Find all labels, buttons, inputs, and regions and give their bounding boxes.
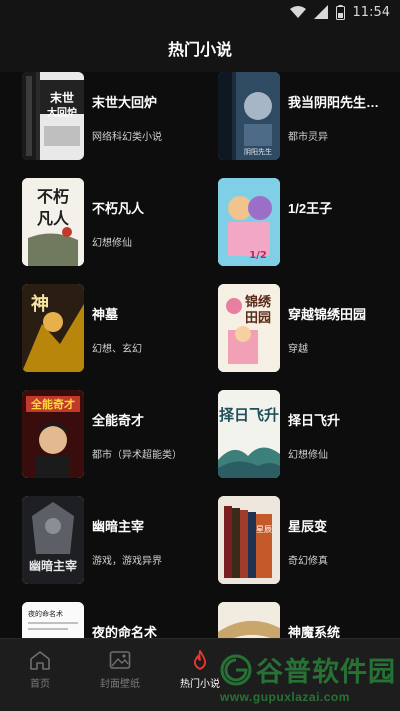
book-cover: 夜的命名术 (22, 602, 84, 638)
book-cover: 不朽 凡人 (22, 178, 84, 266)
home-icon (30, 651, 50, 670)
book-genre: 幻想修仙 (92, 238, 132, 249)
watermark-url: www.gupuxlazai.com (220, 690, 350, 704)
watermark-title: 谷普软件园 (220, 650, 396, 689)
book-genre: 都市（异术超能类） (92, 450, 182, 461)
book-genre: 网络科幻类小说 (92, 132, 162, 143)
svg-text:不朽: 不朽 (37, 187, 69, 206)
svg-text:阴阳先生: 阴阳先生 (244, 147, 272, 156)
svg-text:末世: 末世 (50, 90, 74, 105)
svg-text:择日飞升: 择日飞升 (219, 406, 279, 424)
book-item[interactable]: 锦绣 田园 穿越锦绣田园 穿越 (200, 284, 390, 376)
book-title: 幽暗主宰 (92, 519, 145, 534)
nav-wallpaper[interactable]: 封面壁纸 (80, 649, 160, 701)
status-bar: 11:54 (0, 0, 400, 24)
book-title: 神墓 (92, 307, 119, 322)
book-item[interactable]: 星辰 星辰变 奇幻修真 (200, 496, 390, 588)
page-title: 热门小说 (167, 42, 232, 59)
book-item[interactable]: 幽暗主宰 幽暗主宰 游戏，游戏异界 (0, 496, 190, 588)
book-genre: 都市灵异 (288, 132, 328, 143)
book-title: 星辰变 (288, 519, 328, 534)
book-cover: 1/2 (218, 178, 280, 266)
book-cover: 全能奇才 (22, 390, 84, 478)
book-item[interactable]: 择日飞升 择日飞升 幻想修仙 (200, 390, 390, 482)
book-cover (218, 602, 280, 638)
book-title: 全能奇才 (92, 413, 145, 428)
book-item[interactable]: 1/2 1/2王子 (200, 178, 390, 270)
book-cover: 幽暗主宰 (22, 496, 84, 584)
svg-text:1/2: 1/2 (249, 250, 267, 261)
book-item[interactable]: 神魔系统 (200, 602, 390, 638)
nav-home[interactable]: 首页 (0, 649, 80, 701)
book-title: 不朽凡人 (92, 201, 145, 216)
book-cover: 阴阳先生 (218, 72, 280, 160)
nav-label: 首页 (30, 679, 50, 690)
book-item[interactable]: 全能奇才 全能奇才 都市（异术超能类） (0, 390, 190, 482)
watermark: 谷普软件园 www.gupuxlazai.com (220, 650, 396, 706)
svg-text:大回炉: 大回炉 (47, 106, 77, 119)
book-title: 我当阴阳先生的... (288, 95, 380, 110)
book-item[interactable]: 神 神墓 幻想、玄幻 (0, 284, 190, 376)
flame-icon (193, 650, 207, 670)
book-title: 择日飞升 (288, 413, 341, 428)
svg-text:星辰: 星辰 (256, 525, 272, 534)
svg-text:锦绣: 锦绣 (245, 294, 272, 310)
book-genre: 奇幻修真 (288, 556, 328, 567)
book-genre: 游戏，游戏异界 (92, 556, 162, 567)
watermark-text: 谷普软件园 (256, 657, 396, 687)
book-item[interactable]: 阴阳先生 我当阴阳先生的... 都市灵异 (200, 72, 390, 164)
book-cover: 择日飞升 (218, 390, 280, 478)
book-title: 神魔系统 (288, 625, 341, 638)
book-item[interactable]: 不朽 凡人 不朽凡人 幻想修仙 (0, 178, 190, 270)
svg-text:幽暗主宰: 幽暗主宰 (29, 558, 77, 573)
svg-text:全能奇才: 全能奇才 (30, 397, 75, 411)
svg-text:田园: 田园 (245, 311, 271, 326)
book-title: 1/2王子 (288, 201, 333, 216)
svg-text:神: 神 (31, 293, 49, 315)
book-genre: 穿越 (288, 344, 308, 355)
signal-icon (313, 5, 328, 19)
svg-text:凡人: 凡人 (37, 209, 70, 228)
status-time: 11:54 (352, 4, 390, 20)
nav-label: 封面壁纸 (100, 679, 140, 690)
book-cover: 锦绣 田园 (218, 284, 280, 372)
book-cover: 星辰 (218, 496, 280, 584)
title-bar: 热门小说 (0, 24, 400, 72)
wifi-icon (289, 6, 306, 18)
svg-text:夜的命名术: 夜的命名术 (28, 609, 63, 618)
book-genre: 幻想修仙 (288, 450, 328, 461)
book-item[interactable]: 末世 大回炉 末世大回炉 网络科幻类小说 (0, 72, 190, 164)
watermark-logo-icon (220, 654, 252, 685)
status-icons: 11:54 (289, 3, 390, 21)
book-title: 夜的命名术 (92, 625, 158, 638)
book-cover: 末世 大回炉 (22, 72, 84, 160)
book-title: 末世大回炉 (92, 95, 158, 110)
image-icon (109, 651, 131, 669)
book-genre: 幻想、玄幻 (92, 344, 142, 355)
book-title: 穿越锦绣田园 (288, 307, 367, 322)
book-list[interactable]: 末世 大回炉 末世大回炉 网络科幻类小说 阴阳先生 我当阴阳先生的... 都市灵… (0, 72, 400, 638)
battery-icon (335, 4, 345, 20)
book-item[interactable]: 夜的命名术 夜的命名术 (0, 602, 190, 638)
book-cover: 神 (22, 284, 84, 372)
